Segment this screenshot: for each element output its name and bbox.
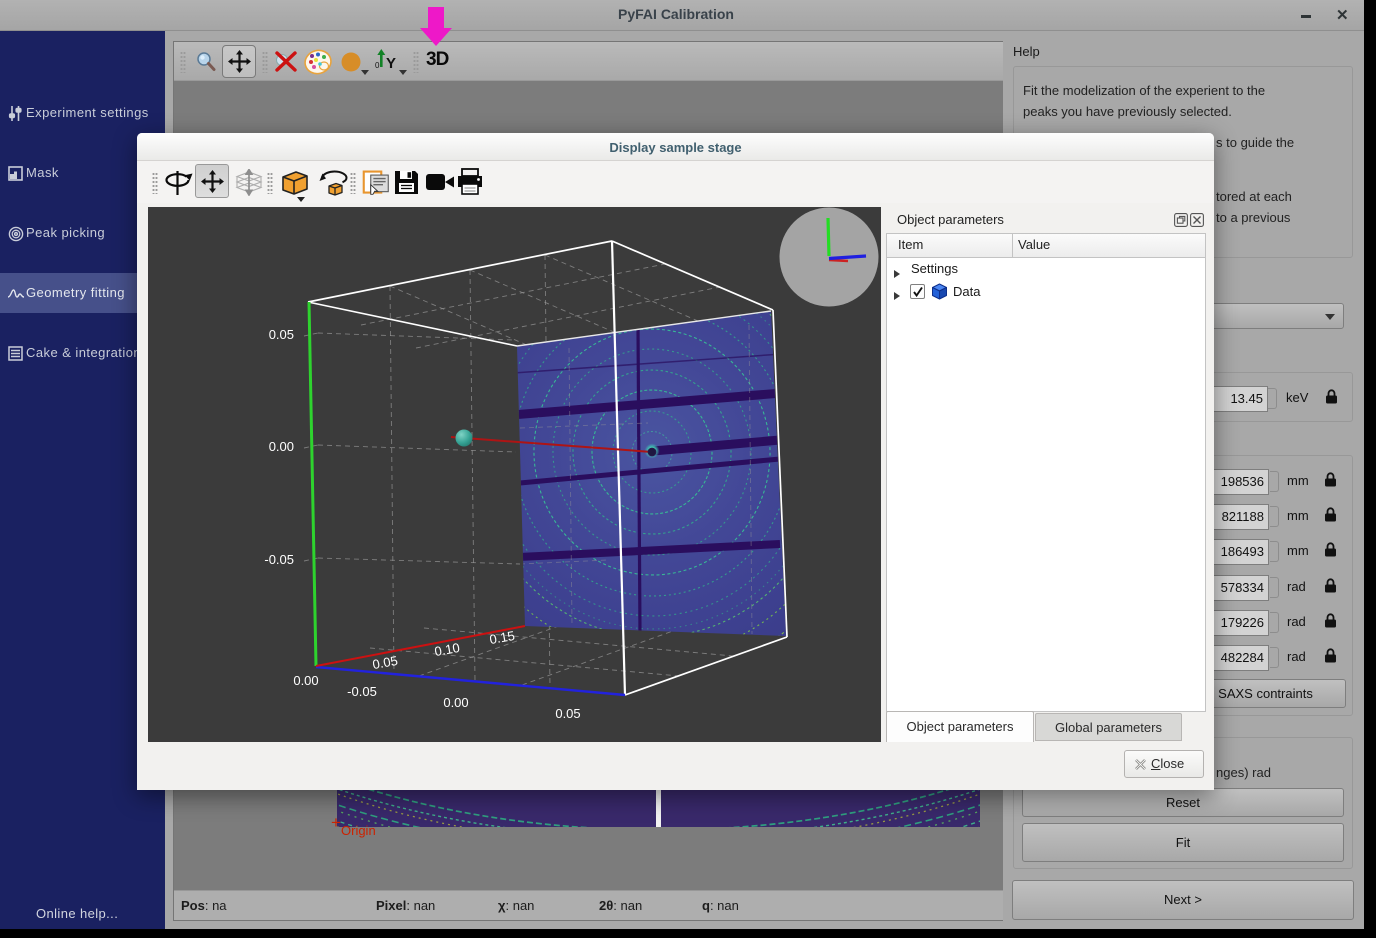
svg-text:0.05: 0.05 [371, 653, 399, 672]
svg-text:0: 0 [375, 61, 380, 70]
svg-text:-0.05: -0.05 [347, 684, 377, 699]
svg-text:0.05: 0.05 [269, 327, 294, 342]
svg-text:0.05: 0.05 [555, 706, 580, 721]
svg-text:0.00: 0.00 [293, 673, 318, 688]
svg-text:0.10: 0.10 [433, 640, 461, 659]
svg-text:-0.05: -0.05 [264, 552, 294, 567]
svg-text:Y: Y [386, 55, 396, 72]
svg-text:0.00: 0.00 [443, 695, 468, 710]
svg-text:0.00: 0.00 [269, 439, 294, 454]
svg-text:0.15: 0.15 [488, 628, 516, 647]
